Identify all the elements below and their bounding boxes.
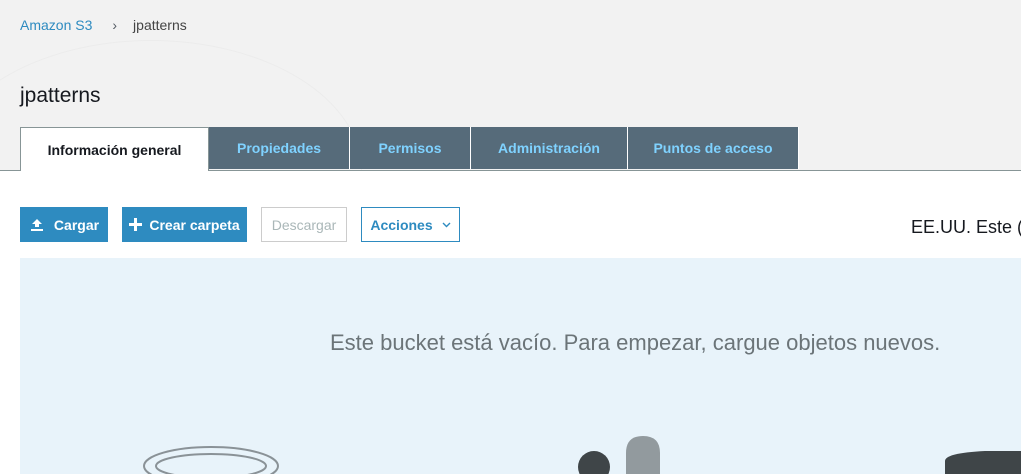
breadcrumb-separator-icon: › — [112, 17, 118, 33]
empty-bucket-panel: Este bucket está vacío. Para empezar, ca… — [20, 258, 1021, 474]
tab-informacion-general[interactable]: Información general — [20, 127, 209, 171]
bucket-icon — [945, 451, 1021, 474]
breadcrumb: Amazon S3 › jpatterns — [20, 17, 187, 33]
tab-puntos-de-acceso[interactable]: Puntos de acceso — [628, 127, 799, 169]
tab-underline — [0, 170, 20, 171]
upload-icon — [29, 218, 45, 232]
toolbar: Cargar Crear carpeta Descargar Acciones — [20, 207, 474, 242]
actions-dropdown[interactable]: Acciones — [361, 207, 460, 242]
upload-label: Cargar — [53, 216, 100, 233]
breadcrumb-link-s3[interactable]: Amazon S3 — [20, 17, 92, 33]
tab-underline — [208, 170, 1021, 171]
create-folder-label: Crear carpeta — [149, 216, 240, 233]
actions-label: Acciones — [370, 216, 433, 233]
page-title: jpatterns — [20, 84, 101, 107]
empty-bucket-illustration — [143, 436, 1021, 474]
figures-icon — [578, 436, 660, 474]
plus-icon — [129, 218, 143, 231]
breadcrumb-current: jpatterns — [133, 17, 187, 33]
upload-button[interactable]: Cargar — [20, 207, 108, 242]
ring-icon — [143, 446, 279, 474]
region-selector[interactable]: EE.UU. Este (N — [911, 217, 1021, 238]
create-folder-button[interactable]: Crear carpeta — [122, 207, 247, 242]
tab-bar: Información general Propiedades Permisos… — [20, 127, 799, 171]
chevron-down-icon — [442, 222, 451, 228]
tab-propiedades[interactable]: Propiedades — [209, 127, 350, 169]
tab-permisos[interactable]: Permisos — [350, 127, 471, 169]
tab-administracion[interactable]: Administración — [471, 127, 628, 169]
download-button[interactable]: Descargar — [261, 207, 347, 242]
